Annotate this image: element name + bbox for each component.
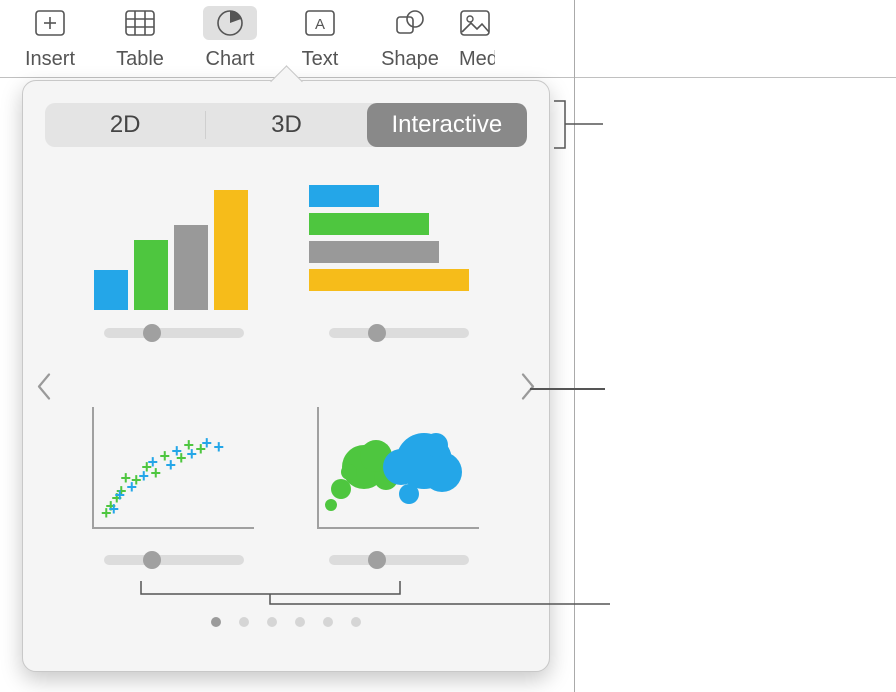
interactive-slider bbox=[329, 328, 469, 338]
toolbar-label: Table bbox=[95, 48, 185, 71]
media-icon bbox=[455, 6, 495, 40]
toolbar-label: Chart bbox=[185, 48, 275, 71]
chart-type-segmented-control: 2D 3D Interactive bbox=[45, 103, 527, 147]
annotation-bracket-thumbs bbox=[140, 580, 620, 620]
shape-icon bbox=[365, 6, 455, 40]
interactive-column-chart-thumb[interactable] bbox=[81, 175, 266, 378]
bar-chart-preview bbox=[309, 175, 489, 310]
toolbar-label: Shape bbox=[365, 48, 455, 71]
toolbar-media[interactable]: Media bbox=[455, 2, 495, 71]
scatter-chart-preview: ++++++++++++++++++++++ bbox=[84, 402, 264, 537]
svg-text:A: A bbox=[315, 16, 325, 33]
toolbar-label: Media bbox=[455, 48, 495, 71]
toolbar-table[interactable]: Table bbox=[95, 2, 185, 71]
interactive-slider bbox=[329, 555, 469, 565]
interactive-bar-chart-thumb[interactable] bbox=[306, 175, 491, 378]
insert-icon bbox=[5, 6, 95, 40]
next-page-arrow[interactable] bbox=[509, 362, 547, 419]
chart-icon bbox=[203, 6, 257, 40]
tab-3d[interactable]: 3D bbox=[206, 103, 366, 147]
interactive-bubble-chart-thumb[interactable] bbox=[306, 402, 491, 605]
toolbar-text[interactable]: A Text bbox=[275, 2, 365, 71]
annotation-line-arrow bbox=[530, 388, 605, 390]
interactive-slider bbox=[104, 328, 244, 338]
interactive-scatter-chart-thumb[interactable]: ++++++++++++++++++++++ bbox=[81, 402, 266, 605]
toolbar-label: Insert bbox=[5, 48, 95, 71]
tab-interactive[interactable]: Interactive bbox=[367, 103, 527, 147]
toolbar-shape[interactable]: Shape bbox=[365, 2, 455, 71]
toolbar: Insert Table Chart A Text Shape Media bbox=[0, 0, 896, 78]
tab-2d[interactable]: 2D bbox=[45, 103, 205, 147]
text-icon: A bbox=[275, 6, 365, 40]
column-chart-preview bbox=[84, 175, 264, 310]
toolbar-chart[interactable]: Chart bbox=[185, 2, 275, 71]
interactive-slider bbox=[104, 555, 244, 565]
previous-page-arrow[interactable] bbox=[25, 362, 63, 419]
toolbar-insert[interactable]: Insert bbox=[5, 2, 95, 71]
annotation-bracket-tabs bbox=[553, 100, 613, 150]
table-icon bbox=[95, 6, 185, 40]
bubble-chart-preview bbox=[309, 402, 489, 537]
chart-grid-area: ++++++++++++++++++++++ bbox=[23, 175, 549, 605]
